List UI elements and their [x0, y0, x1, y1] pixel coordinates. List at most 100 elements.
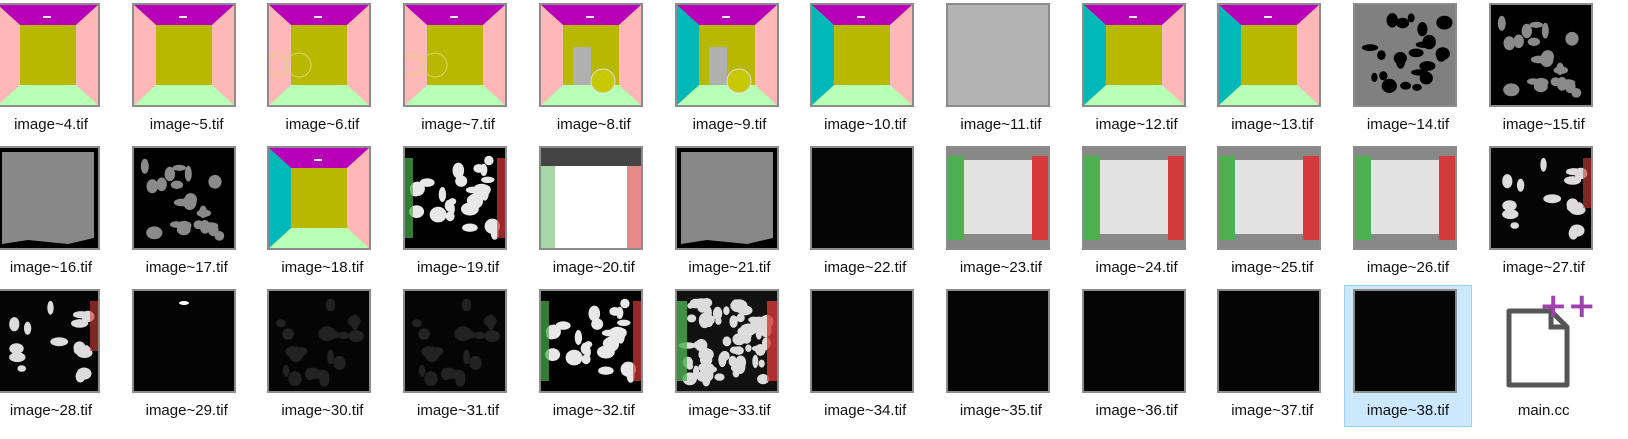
file-name-label: image~9.tif	[692, 116, 767, 133]
image-thumbnail	[538, 146, 643, 250]
image-thumbnail	[1081, 289, 1186, 393]
image-thumbnail	[267, 146, 372, 250]
file-name-label: image~29.tif	[145, 402, 228, 419]
image-thumbnail	[674, 289, 779, 393]
file-item[interactable]: image~5.tif	[124, 0, 250, 140]
image-thumbnail	[131, 289, 236, 393]
file-item[interactable]: image~35.tif	[938, 286, 1064, 426]
file-name-label: image~26.tif	[1366, 259, 1450, 276]
file-item[interactable]: image~18.tif	[259, 143, 385, 283]
image-thumbnail	[810, 289, 915, 393]
image-thumbnail	[1488, 3, 1593, 107]
file-item[interactable]: image~25.tif	[1209, 143, 1335, 283]
file-item[interactable]: image~4.tif	[0, 0, 114, 140]
file-item[interactable]: image~10.tif	[802, 0, 928, 140]
file-item[interactable]: image~13.tif	[1209, 0, 1335, 140]
file-name-label: image~32.tif	[552, 402, 635, 419]
file-name-label: main.cc	[1517, 402, 1570, 419]
image-thumbnail	[945, 3, 1050, 107]
file-name-label: image~23.tif	[959, 259, 1042, 276]
file-item[interactable]: image~28.tif	[0, 286, 114, 426]
file-name-label: image~35.tif	[959, 402, 1042, 419]
image-thumbnail	[131, 146, 236, 250]
file-name-label: image~4.tif	[14, 116, 88, 133]
file-name-label: image~6.tif	[285, 116, 360, 133]
file-item[interactable]: image~8.tif	[531, 0, 657, 140]
image-thumbnail	[810, 3, 915, 107]
file-grid: image~4.tif image~5.tif image~6.tif imag…	[0, 0, 1628, 439]
file-name-label: image~25.tif	[1231, 259, 1314, 276]
file-name-label: image~12.tif	[1095, 116, 1178, 133]
file-item[interactable]: image~32.tif	[531, 286, 657, 426]
file-item[interactable]: image~38.tif	[1344, 285, 1472, 427]
image-thumbnail	[1217, 3, 1322, 107]
file-name-label: image~37.tif	[1231, 402, 1314, 419]
file-item[interactable]: image~24.tif	[1074, 143, 1200, 283]
image-thumbnail	[1353, 289, 1457, 393]
file-name-label: image~36.tif	[1095, 402, 1178, 419]
image-thumbnail	[267, 3, 372, 107]
file-name-label: image~18.tif	[281, 259, 364, 276]
file-name-label: image~34.tif	[824, 402, 907, 419]
file-name-label: image~24.tif	[1095, 259, 1178, 276]
file-item[interactable]: image~37.tif	[1209, 286, 1335, 426]
file-name-label: image~7.tif	[421, 116, 495, 133]
file-item[interactable]: image~27.tif	[1481, 143, 1607, 283]
file-item[interactable]: image~15.tif	[1481, 0, 1607, 140]
svg-text:++: ++	[1539, 289, 1593, 326]
image-thumbnail	[1488, 146, 1593, 250]
file-item[interactable]: image~22.tif	[802, 143, 928, 283]
image-thumbnail	[403, 3, 508, 107]
file-item[interactable]: image~26.tif	[1345, 143, 1471, 283]
image-thumbnail	[538, 289, 643, 393]
image-thumbnail	[1217, 146, 1322, 250]
file-name-label: image~8.tif	[556, 116, 631, 133]
file-item[interactable]: image~14.tif	[1345, 0, 1471, 140]
file-name-label: image~28.tif	[9, 402, 93, 419]
file-item[interactable]: image~31.tif	[395, 286, 521, 426]
image-thumbnail	[0, 146, 100, 250]
file-item[interactable]: image~33.tif	[667, 286, 793, 426]
file-item[interactable]: image~9.tif	[667, 0, 793, 140]
file-name-label: image~27.tif	[1502, 259, 1585, 276]
image-thumbnail	[1081, 146, 1186, 250]
file-name-label: image~20.tif	[552, 259, 635, 276]
file-item[interactable]: image~23.tif	[938, 143, 1064, 283]
file-name-label: image~17.tif	[145, 259, 228, 276]
file-item[interactable]: image~12.tif	[1074, 0, 1200, 140]
file-name-label: image~38.tif	[1366, 402, 1450, 419]
file-name-label: image~22.tif	[824, 259, 907, 276]
image-thumbnail	[403, 289, 508, 393]
file-item[interactable]: ++ main.cc	[1481, 286, 1607, 426]
file-item[interactable]: image~34.tif	[802, 286, 928, 426]
image-thumbnail	[1081, 3, 1186, 107]
file-item[interactable]: image~7.tif	[395, 0, 521, 140]
image-thumbnail	[945, 146, 1050, 250]
file-name-label: image~13.tif	[1231, 116, 1314, 133]
file-name-label: image~31.tif	[417, 402, 500, 419]
image-thumbnail	[945, 289, 1050, 393]
file-item[interactable]: image~6.tif	[259, 0, 385, 140]
file-item[interactable]: image~11.tif	[938, 0, 1064, 140]
file-item[interactable]: image~29.tif	[124, 286, 250, 426]
image-thumbnail	[674, 3, 779, 107]
file-name-label: image~33.tif	[688, 402, 771, 419]
image-thumbnail	[1217, 289, 1322, 393]
file-item[interactable]: image~21.tif	[667, 143, 793, 283]
file-name-label: image~21.tif	[688, 259, 771, 276]
image-thumbnail	[1353, 146, 1457, 250]
file-name-label: image~16.tif	[9, 259, 93, 276]
file-item[interactable]: image~20.tif	[531, 143, 657, 283]
image-thumbnail	[0, 289, 100, 393]
file-item[interactable]: image~19.tif	[395, 143, 521, 283]
file-item[interactable]: image~16.tif	[0, 143, 114, 283]
file-name-label: image~11.tif	[960, 116, 1042, 133]
file-item[interactable]: image~30.tif	[259, 286, 385, 426]
image-thumbnail	[674, 146, 779, 250]
image-thumbnail	[267, 289, 372, 393]
file-item[interactable]: image~17.tif	[124, 143, 250, 283]
file-item[interactable]: image~36.tif	[1074, 286, 1200, 426]
file-name-label: image~19.tif	[417, 259, 500, 276]
file-name-label: image~10.tif	[824, 116, 907, 133]
file-name-label: image~14.tif	[1366, 116, 1450, 133]
